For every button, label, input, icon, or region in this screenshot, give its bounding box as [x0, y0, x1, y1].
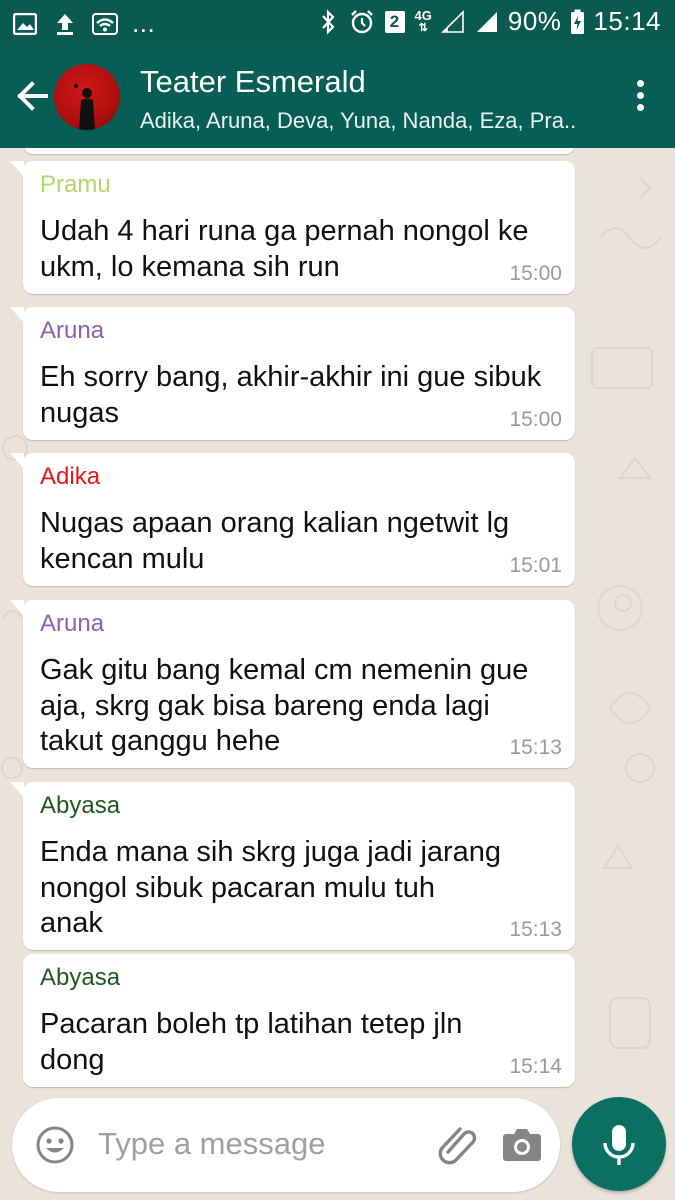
alarm-icon — [349, 9, 375, 35]
image-icon — [12, 11, 38, 37]
message-text: Enda mana sih skrg juga jadi jarang nongo… — [40, 836, 502, 939]
emoji-icon[interactable] — [36, 1126, 74, 1164]
sender-name: Pramu — [40, 171, 111, 198]
microphone-icon — [603, 1125, 635, 1165]
message-time: 15:14 — [509, 1055, 562, 1078]
message-input[interactable]: Type a message — [98, 1126, 325, 1162]
message-bubble[interactable]: Aruna Eh sorry bang, akhir-akhir ini gue… — [10, 307, 575, 440]
message-text: Eh sorry bang, akhir-akhir ini gue sibuk… — [40, 361, 542, 429]
message-bubble[interactable]: Adika Nugas apaan orang kalian ngetwit l… — [10, 453, 575, 586]
voice-message-button[interactable] — [572, 1097, 666, 1191]
group-avatar[interactable] — [54, 64, 120, 130]
message-time: 15:00 — [509, 262, 562, 285]
chat-header: Teater Esmerald Adika, Aruna, Deva, Yuna… — [0, 46, 675, 148]
message-time: 15:01 — [509, 554, 562, 577]
message-text: Pacaran boleh tp latihan tetep jln dong — [40, 1008, 463, 1076]
message-bubble[interactable]: Abyasa Pacaran boleh tp latihan tetep jl… — [23, 954, 575, 1087]
battery-icon — [569, 9, 585, 35]
sender-name: Abyasa — [40, 792, 121, 819]
wifi-icon — [92, 11, 118, 37]
message-time: 15:13 — [509, 736, 562, 759]
attach-icon[interactable] — [436, 1122, 480, 1166]
sender-name: Adika — [40, 463, 101, 490]
message-text: Nugas apaan orang kalian ngetwit lg kenca… — [40, 507, 510, 575]
group-title[interactable]: Teater Esmerald — [140, 64, 366, 100]
sender-name: Aruna — [40, 610, 105, 637]
clock: 15:14 — [593, 6, 661, 36]
message-time: 15:13 — [509, 918, 562, 941]
back-arrow-icon[interactable] — [14, 76, 50, 116]
group-members[interactable]: Adika, Aruna, Deva, Yuna, Nanda, Eza, Pr… — [140, 108, 576, 134]
message-time: 15:00 — [509, 408, 562, 431]
message-text: Udah 4 hari runa ga pernah nongol ke ukm,… — [40, 215, 529, 283]
message-input-bar[interactable]: Type a message — [12, 1098, 560, 1192]
signal-icon — [474, 9, 500, 35]
camera-icon[interactable] — [502, 1126, 542, 1162]
message-list[interactable]: Pramu Udah 4 hari runa ga pernah nongol … — [0, 148, 675, 1096]
sim2-icon: 2 — [383, 9, 407, 35]
battery-percent: 90% — [507, 6, 562, 36]
bluetooth-icon — [315, 8, 341, 35]
message-text: Gak gitu bang kemal cm nemenin gue aja, s… — [40, 654, 529, 757]
sender-name: Aruna — [40, 317, 105, 344]
more-notifications-icon: ... — [132, 8, 156, 38]
message-bubble[interactable]: Pramu Udah 4 hari runa ga pernah nongol … — [10, 161, 575, 294]
status-bar: ... 2 4G ⇅ 90% 15:14 — [0, 0, 675, 46]
message-bubble[interactable]: Aruna Gak gitu bang kemal cm nemenin gue… — [10, 600, 575, 768]
sender-name: Abyasa — [40, 964, 121, 991]
bubble-fragment — [23, 148, 575, 154]
more-options-icon[interactable] — [637, 80, 645, 114]
message-bubble[interactable]: Abyasa Enda mana sih skrg juga jadi jara… — [10, 782, 575, 950]
upload-icon — [52, 11, 78, 37]
network-4g-icon: 4G ⇅ — [414, 7, 432, 34]
signal-icon — [440, 9, 466, 35]
